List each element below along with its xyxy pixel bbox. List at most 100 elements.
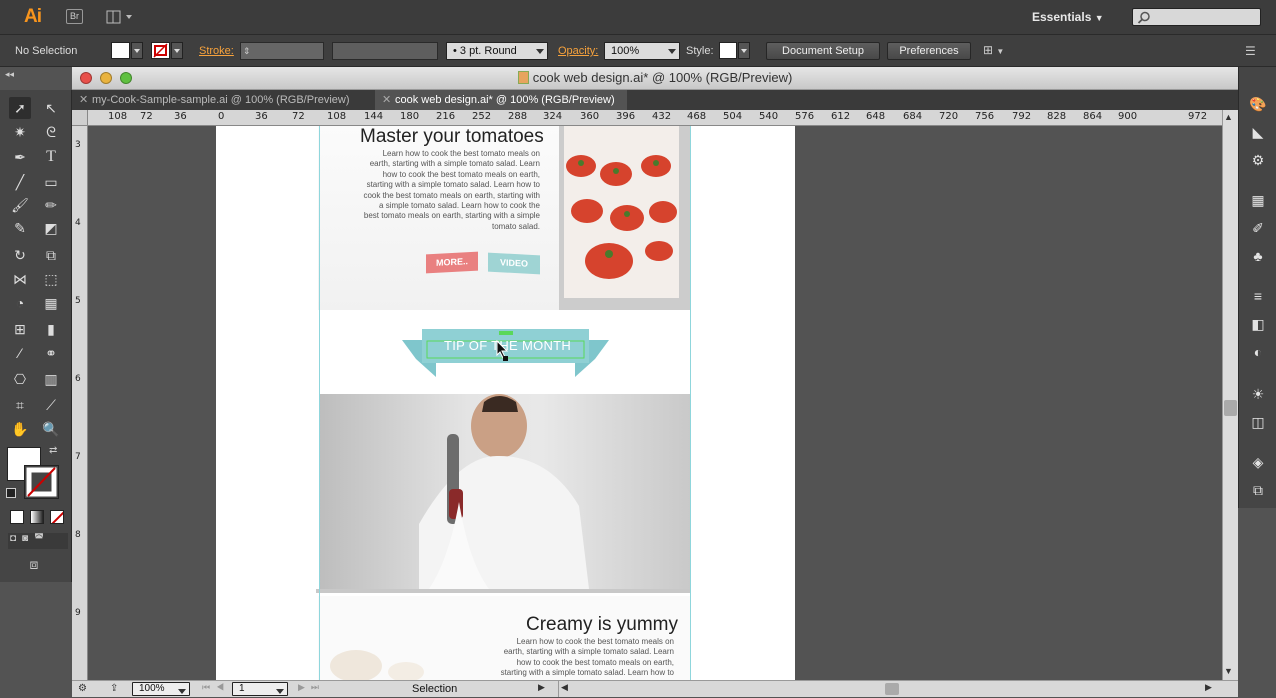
color-mode-icon[interactable] <box>10 510 24 524</box>
artboards-icon[interactable]: ⧉ <box>1249 481 1267 499</box>
vertical-ruler[interactable]: 3 4 5 6 7 8 9 <box>72 126 88 680</box>
pencil-tool-icon[interactable]: ✏ <box>40 194 62 216</box>
document-setup-button[interactable]: Document Setup <box>766 42 880 60</box>
close-tab-icon[interactable]: ✕ <box>79 90 88 110</box>
brushes-icon[interactable]: ✐ <box>1249 219 1267 237</box>
screen-mode-icon[interactable]: ⧈ <box>22 556 46 574</box>
scroll-thumb[interactable] <box>1224 400 1237 416</box>
scroll-up-arrow[interactable]: ▲ <box>1224 112 1233 122</box>
status-menu-arrow[interactable]: ▶ <box>538 682 545 693</box>
preferences-button[interactable]: Preferences <box>887 42 971 60</box>
artboard-number-field[interactable]: 1 <box>232 682 288 696</box>
blend-tool-icon[interactable]: ⚭ <box>40 342 62 364</box>
zoom-window-button[interactable] <box>120 72 132 84</box>
stroke-swatch[interactable] <box>24 465 59 499</box>
artboard-nav-prev-icon[interactable]: ⏮◀ <box>202 682 230 693</box>
scroll-down-arrow[interactable]: ▼ <box>1224 666 1233 676</box>
eyedropper-tool-icon[interactable]: ⁄ <box>9 342 31 364</box>
selection-tool-icon[interactable]: ➚ <box>9 97 31 119</box>
collapse-left-icon[interactable]: ◂◂ <box>5 69 14 80</box>
stroke-label[interactable]: Stroke: <box>199 45 234 57</box>
horizontal-scrollbar[interactable]: ◀ ▶ <box>558 681 1218 697</box>
tomato-photo <box>564 126 679 298</box>
align-options-icon[interactable]: ⊞ ▼ <box>983 43 1015 59</box>
video-button[interactable]: VIDEO <box>488 252 540 275</box>
artboard-tool-icon[interactable]: ⌗ <box>9 394 31 416</box>
bridge-button[interactable]: Br <box>66 9 83 24</box>
status-options-icon[interactable]: ⚙ <box>78 683 87 694</box>
close-window-button[interactable] <box>80 72 92 84</box>
tab-cook-web-design[interactable]: ✕ cook web design.ai* @ 100% (RGB/Preview… <box>375 90 627 110</box>
eraser-tool-icon[interactable]: ◩ <box>40 217 62 239</box>
perspective-grid-tool-icon[interactable]: ▦ <box>40 292 62 314</box>
symbols-icon[interactable]: ♣ <box>1249 247 1267 265</box>
slice-tool-icon[interactable]: ⟋ <box>40 394 62 416</box>
scroll-left-arrow[interactable]: ◀ <box>561 682 568 693</box>
transparency-icon[interactable]: ◐ <box>1249 343 1267 361</box>
kuler-icon[interactable]: ⚙ <box>1249 151 1267 169</box>
opacity-label[interactable]: Opacity: <box>558 45 598 57</box>
scale-tool-icon[interactable]: ⧉ <box>40 244 62 266</box>
column-graph-tool-icon[interactable]: ▥ <box>40 368 62 390</box>
drawing-modes-icon[interactable]: ◘◙◚ <box>8 533 68 549</box>
scroll-right-arrow[interactable]: ▶ <box>1205 682 1212 693</box>
ruler-tick-label: 792 <box>1012 111 1032 122</box>
paintbrush-tool-icon[interactable]: 🖌 <box>9 194 31 216</box>
brush-definition-dropdown[interactable]: • 3 pt. Round <box>446 42 548 60</box>
pen-tool-icon[interactable]: ✒ <box>9 146 31 168</box>
stroke-panel-icon[interactable]: ≡ <box>1249 287 1267 305</box>
arrange-documents-button[interactable] <box>106 10 134 24</box>
ruler-origin[interactable] <box>72 110 88 126</box>
help-search-input[interactable] <box>1132 8 1261 26</box>
artboard-nav-next-icon[interactable]: ▶⏭ <box>298 682 325 693</box>
direct-selection-tool-icon[interactable]: ↖ <box>40 97 62 119</box>
shape-builder-tool-icon[interactable]: ◔ <box>9 292 31 314</box>
swap-fill-stroke-icon[interactable]: ⇄ <box>49 445 57 456</box>
gradient-mode-icon[interactable] <box>30 510 44 524</box>
stroke-color-swatch[interactable] <box>151 42 185 60</box>
canvas-area[interactable]: Master your tomatoes Learn how to cook t… <box>88 126 1222 680</box>
gradient-panel-icon[interactable]: ◧ <box>1249 315 1267 333</box>
fill-color-swatch[interactable] <box>111 42 143 60</box>
tab-my-cook-sample[interactable]: ✕ my-Cook-Sample-sample.ai @ 100% (RGB/Pr… <box>72 90 369 110</box>
zoom-level-field[interactable]: 100% <box>132 682 190 696</box>
minimize-window-button[interactable] <box>100 72 112 84</box>
graphic-style-swatch[interactable] <box>719 42 751 60</box>
color-guide-icon[interactable]: ◣ <box>1249 123 1267 141</box>
type-tool-icon[interactable]: T <box>40 146 62 168</box>
hand-tool-icon[interactable]: ✋ <box>9 418 31 440</box>
opacity-field[interactable]: 100% <box>604 42 680 60</box>
ruler-tick-label: 900 <box>1118 111 1138 122</box>
default-colors-icon[interactable] <box>6 488 16 498</box>
artboard[interactable]: Master your tomatoes Learn how to cook t… <box>216 126 795 680</box>
graphic-styles-icon[interactable]: ◫ <box>1249 413 1267 431</box>
variable-width-profile[interactable] <box>332 42 438 60</box>
ruler-tick-label: 756 <box>975 111 995 122</box>
swatches-icon[interactable]: ▦ <box>1249 191 1267 209</box>
workspace-switcher[interactable]: Essentials ▼ <box>1032 10 1104 24</box>
zoom-tool-icon[interactable]: 🔍 <box>40 418 62 440</box>
magic-wand-tool-icon[interactable]: ✷ <box>9 121 31 143</box>
panel-menu-icon[interactable]: ☰ <box>1245 44 1256 58</box>
export-icon[interactable]: ⇪ <box>110 683 118 694</box>
width-tool-icon[interactable]: ⋈ <box>9 268 31 290</box>
symbol-sprayer-tool-icon[interactable]: ⎔ <box>9 368 31 390</box>
hscroll-thumb[interactable] <box>885 683 899 695</box>
mesh-tool-icon[interactable]: ⊞ <box>9 318 31 340</box>
blob-brush-tool-icon[interactable]: ✎ <box>9 217 31 239</box>
close-tab-icon[interactable]: ✕ <box>382 90 391 110</box>
more-button[interactable]: MORE.. <box>426 251 478 274</box>
horizontal-ruler[interactable]: 108 72 36 0 36 72 108 144 180 216 252 288 324 360 396 4… <box>88 110 1222 126</box>
vertical-scrollbar[interactable]: ▲ ▼ <box>1222 110 1238 680</box>
rectangle-tool-icon[interactable]: ▭ <box>40 171 62 193</box>
rotate-tool-icon[interactable]: ↻ <box>9 244 31 266</box>
appearance-icon[interactable]: ☀ <box>1249 385 1267 403</box>
line-tool-icon[interactable]: ╱ <box>9 171 31 193</box>
gradient-tool-icon[interactable]: ▮ <box>40 318 62 340</box>
color-panel-icon[interactable]: 🎨 <box>1249 95 1267 113</box>
free-transform-tool-icon[interactable]: ⬚ <box>40 268 62 290</box>
lasso-tool-icon[interactable]: ᘓ <box>40 121 62 143</box>
stroke-weight-field[interactable]: ⇕ <box>240 42 324 60</box>
none-mode-icon[interactable] <box>50 510 64 524</box>
layers-icon[interactable]: ◈ <box>1249 453 1267 471</box>
